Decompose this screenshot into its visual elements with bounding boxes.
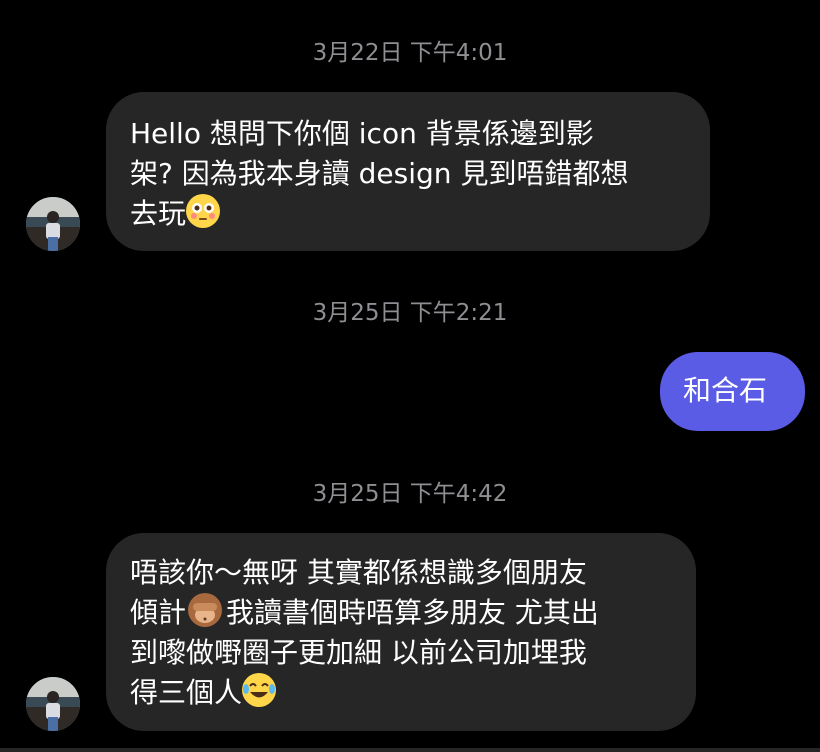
avatar[interactable] <box>26 197 80 251</box>
face-with-tears-of-joy-icon <box>242 673 277 707</box>
next-message-bubble-edge <box>0 748 820 752</box>
message-text-line: 去玩 <box>130 194 710 234</box>
incoming-message-bubble[interactable]: 唔該你～無呀 其實都係想識多個朋友 傾計 我讀書個時唔算多朋友 尤其出 到嚟做嘢圈… <box>106 533 696 731</box>
avatar-photo-icon <box>26 197 80 251</box>
message-text: 和合石 <box>683 374 768 407</box>
message-text-line: 得三個人 <box>130 673 696 713</box>
message-text-line: 架? 因為我本身讀 design 見到唔錯都想 <box>130 157 629 190</box>
see-no-evil-monkey-icon <box>188 593 223 627</box>
timestamp: 3月25日 下午2:21 <box>312 300 508 326</box>
message-text-line: Hello 想問下你個 icon 背景係邊到影 <box>130 117 594 150</box>
timestamp: 3月22日 下午4:01 <box>312 40 508 66</box>
flushed-face-icon <box>186 194 221 228</box>
avatar[interactable] <box>26 677 80 731</box>
outgoing-message-bubble[interactable]: 和合石 <box>660 352 805 431</box>
timestamp: 3月25日 下午4:42 <box>312 481 508 507</box>
message-text-line: 到嚟做嘢圈子更加細 以前公司加埋我 <box>130 636 587 669</box>
incoming-message-bubble[interactable]: Hello 想問下你個 icon 背景係邊到影 架? 因為我本身讀 design… <box>106 92 710 251</box>
message-text-line: 傾計 我讀書個時唔算多朋友 尤其出 <box>130 593 696 633</box>
avatar-photo-icon <box>26 677 80 731</box>
message-text-line: 唔該你～無呀 其實都係想識多個朋友 <box>130 556 587 589</box>
